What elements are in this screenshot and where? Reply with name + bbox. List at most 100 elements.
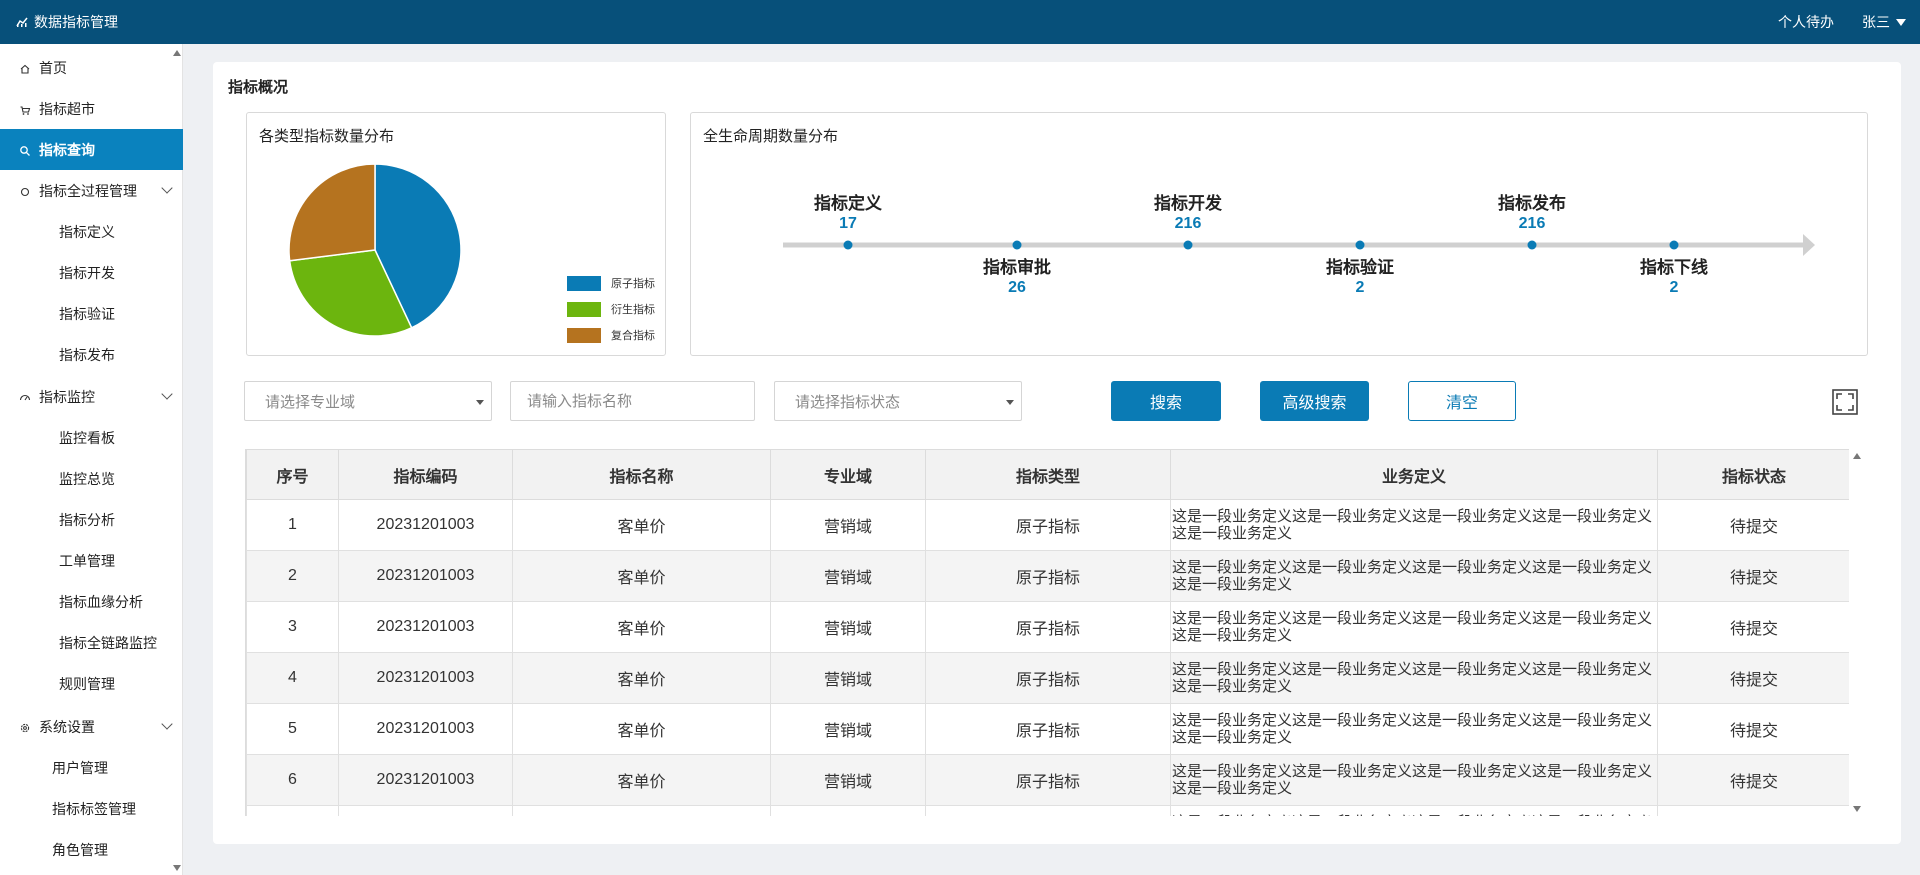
nav-sub-overview[interactable]: 监控总览 (0, 458, 183, 499)
table-row[interactable]: 3 20231201003 客单价 营销域 原子指标 这是一段业务定义这是一段业务定义这是… (246, 601, 1851, 653)
scroll-up-icon[interactable] (173, 50, 181, 56)
nav-sub-roles[interactable]: 角色管理 (0, 829, 183, 870)
user-menu[interactable]: 张三 (1862, 12, 1906, 32)
nav-sub-users[interactable]: 用户管理 (0, 747, 183, 788)
table-row[interactable]: 5 20231201003 客单价 营销域 原子指标 这是一段业务定义这是一段业务定义这是… (246, 703, 1851, 755)
cell-status: 待提交 (1657, 601, 1851, 653)
nav-sub-verification[interactable]: 指标验证 (0, 293, 183, 334)
nav-sub-fulllink[interactable]: 指标全链路监控 (0, 622, 183, 663)
clear-button[interactable]: 清空 (1408, 381, 1516, 421)
legend-swatch (567, 301, 601, 317)
nav-sub-tickets[interactable]: 工单管理 (0, 540, 183, 581)
stage-approval: 指标审批 26 (957, 253, 1077, 297)
table-scrollbar[interactable] (1849, 449, 1864, 816)
cell-domain: 营销域 (770, 754, 926, 806)
status-select[interactable]: 请选择指标状态 (774, 381, 1022, 421)
column-header[interactable]: 序号 (246, 449, 339, 500)
brand[interactable]: 数据指标管理 (16, 0, 118, 44)
table-row[interactable]: 4 20231201003 客单价 营销域 原子指标 这是一段业务定义这是一段业务定义这是… (246, 652, 1851, 704)
caret-down-icon (1896, 18, 1906, 26)
legend-label: 衍生指标 (611, 304, 655, 316)
cell-code: 20231201003 (338, 652, 513, 704)
nav-process-management[interactable]: 指标全过程管理 (0, 170, 183, 211)
nav-sub-lineage[interactable]: 指标血缘分析 (0, 581, 183, 622)
table-row[interactable]: 1 20231201003 客单价 营销域 原子指标 这是一段业务定义这是一段业务定义这是… (246, 499, 1851, 551)
cell-domain (770, 805, 926, 816)
cell-status: 待提交 (1657, 550, 1851, 602)
pie-slice-3[interactable] (288, 163, 376, 262)
cell-code: 20231201003 (338, 499, 513, 551)
legend-item: 衍生指标 (567, 296, 655, 322)
nav-sub-development[interactable]: 指标开发 (0, 252, 183, 293)
domain-select-placeholder: 请选择专业域 (265, 393, 356, 411)
scroll-down-icon[interactable] (173, 865, 181, 871)
advanced-search-button[interactable]: 高级搜索 (1260, 381, 1369, 421)
cell-domain: 营销域 (770, 601, 926, 653)
table-row[interactable]: 2 20231201003 客单价 营销域 原子指标 这是一段业务定义这是一段业务定义这是… (246, 550, 1851, 602)
nav-sub-analysis[interactable]: 指标分析 (0, 499, 183, 540)
fullscreen-icon[interactable] (1832, 389, 1858, 415)
cell-type (925, 805, 1171, 816)
column-header[interactable]: 指标类型 (925, 449, 1171, 500)
arrow-right-icon (1803, 234, 1815, 256)
cell-domain: 营销域 (770, 499, 926, 551)
nav-sub-tags[interactable]: 指标标签管理 (0, 788, 183, 829)
circle-icon (19, 185, 31, 197)
app-title: 数据指标管理 (34, 14, 118, 30)
stage-dot (1012, 240, 1022, 250)
search-button[interactable]: 搜索 (1111, 381, 1221, 421)
table-header-row: 序号 指标编码 指标名称 专业域 指标类型 业务定义 指标状态 (246, 449, 1851, 500)
sidebar-scrollbar[interactable] (170, 44, 182, 875)
nav-monitoring[interactable]: 指标监控 (0, 376, 183, 417)
column-header[interactable]: 业务定义 (1170, 449, 1658, 500)
nav-sub-dashboard[interactable]: 监控看板 (0, 417, 183, 458)
nav-home[interactable]: 首页 (0, 47, 183, 88)
cell-index (246, 805, 339, 816)
legend-label: 原子指标 (611, 278, 655, 290)
cell-name: 客单价 (512, 601, 771, 653)
cell-name: 客单价 (512, 754, 771, 806)
cell-code (338, 805, 513, 816)
cell-code: 20231201003 (338, 601, 513, 653)
nav-label: 指标监控 (39, 388, 95, 405)
nav-market[interactable]: 指标超市 (0, 88, 183, 129)
column-header[interactable]: 专业域 (770, 449, 926, 500)
column-header[interactable]: 指标名称 (512, 449, 771, 500)
nav-system-settings[interactable]: 系统设置 (0, 706, 183, 747)
nav-sub-rules[interactable]: 规则管理 (0, 663, 183, 704)
nav-label: 系统设置 (39, 718, 95, 735)
cell-index: 3 (246, 601, 339, 653)
cell-type: 原子指标 (925, 550, 1171, 602)
nav-label: 首页 (39, 59, 67, 76)
legend-item: 复合指标 (567, 322, 655, 348)
status-select-placeholder: 请选择指标状态 (795, 393, 901, 411)
column-header[interactable]: 指标编码 (338, 449, 513, 500)
nav-query[interactable]: 指标查询 (0, 129, 183, 170)
column-header[interactable]: 指标状态 (1657, 449, 1851, 500)
stage-dot (1355, 240, 1365, 250)
pie-panel: 各类型指标数量分布 原子指标 衍生指标 复合指标 (246, 112, 666, 356)
table-row[interactable]: 6 20231201003 客单价 营销域 原子指标 这是一段业务定义这是一段业务定义这是… (246, 754, 1851, 806)
stage-dot (1669, 240, 1679, 250)
stage-count: 26 (1008, 279, 1026, 296)
stage-name: 指标发布 (1498, 194, 1566, 213)
chart-logo-icon (16, 17, 28, 27)
stage-publish: 指标发布 216 (1472, 189, 1592, 233)
legend-swatch (567, 327, 601, 343)
cell-code: 20231201003 (338, 550, 513, 602)
name-input[interactable] (510, 381, 755, 421)
domain-select[interactable]: 请选择专业域 (244, 381, 492, 421)
stage-verification: 指标验证 2 (1300, 253, 1420, 297)
home-icon (19, 62, 31, 74)
stage-name: 指标下线 (1640, 258, 1708, 277)
cart-icon (19, 103, 31, 115)
personal-todo-link[interactable]: 个人待办 (1778, 12, 1834, 32)
scroll-down-icon[interactable] (1853, 806, 1861, 812)
stage-count: 216 (1518, 215, 1546, 232)
nav-sub-publish[interactable]: 指标发布 (0, 334, 183, 375)
nav-sub-definition[interactable]: 指标定义 (0, 211, 183, 252)
table-row[interactable]: 这是一段业务定义这是一段业务定义这是一段业务定义这是一段业务定义这是一段业务定义 (246, 805, 1851, 816)
nav-label: 指标全过程管理 (39, 182, 137, 199)
scroll-up-icon[interactable] (1853, 453, 1861, 459)
cell-domain: 营销域 (770, 652, 926, 704)
